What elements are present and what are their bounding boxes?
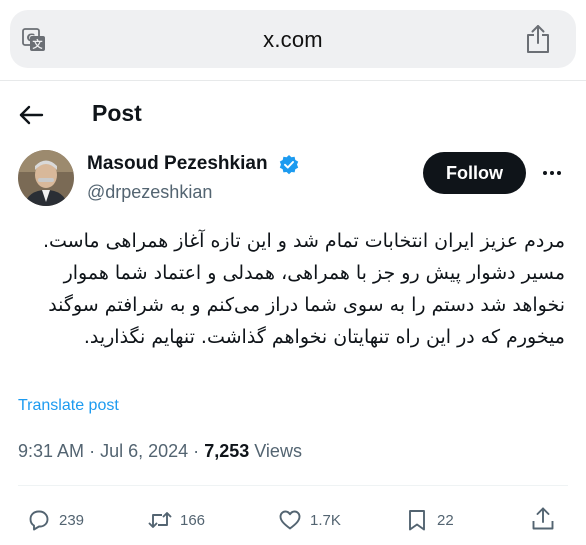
- display-name[interactable]: Masoud Pezeshkian: [87, 153, 268, 175]
- translate-post-link[interactable]: Translate post: [18, 397, 119, 415]
- follow-button[interactable]: Follow: [423, 152, 526, 194]
- repost-button[interactable]: 166: [148, 507, 205, 533]
- avatar[interactable]: [18, 150, 74, 206]
- views-label: Views: [254, 441, 302, 461]
- url-text[interactable]: x.com: [0, 27, 586, 53]
- user-handle[interactable]: @drpezeshkian: [87, 182, 212, 203]
- repost-count: 166: [180, 511, 206, 529]
- reply-count: 239: [59, 511, 85, 529]
- post-text: مردم عزیز ایران انتخابات تمام شد و این ت…: [42, 230, 565, 348]
- bookmark-icon: [409, 510, 425, 531]
- more-options-icon[interactable]: [540, 161, 564, 185]
- divider: [18, 485, 568, 486]
- meta-separator: ·: [89, 441, 96, 461]
- like-button[interactable]: 1.7K: [278, 507, 341, 533]
- share-icon[interactable]: [525, 24, 551, 54]
- post-time[interactable]: 9:31 AM: [18, 441, 84, 461]
- page-title: Post: [92, 100, 142, 126]
- heart-icon: [279, 510, 301, 530]
- views-count: 7,253: [204, 441, 250, 461]
- browser-bar: G 文 x.com: [0, 0, 586, 81]
- bookmark-button[interactable]: 22: [405, 507, 454, 533]
- back-arrow-icon[interactable]: [18, 103, 44, 127]
- share-post-icon[interactable]: [530, 506, 556, 532]
- post-date[interactable]: Jul 6, 2024: [100, 441, 188, 461]
- bookmark-count: 22: [437, 511, 454, 529]
- verified-badge-icon: [279, 155, 299, 175]
- reply-icon: [29, 510, 49, 531]
- repost-icon: [148, 512, 172, 528]
- reply-button[interactable]: 239: [27, 507, 84, 533]
- meta-separator: ·: [193, 441, 200, 461]
- like-count: 1.7K: [310, 511, 341, 529]
- post-meta: 9:31 AM · Jul 6, 2024 · 7,253 Views: [18, 441, 302, 462]
